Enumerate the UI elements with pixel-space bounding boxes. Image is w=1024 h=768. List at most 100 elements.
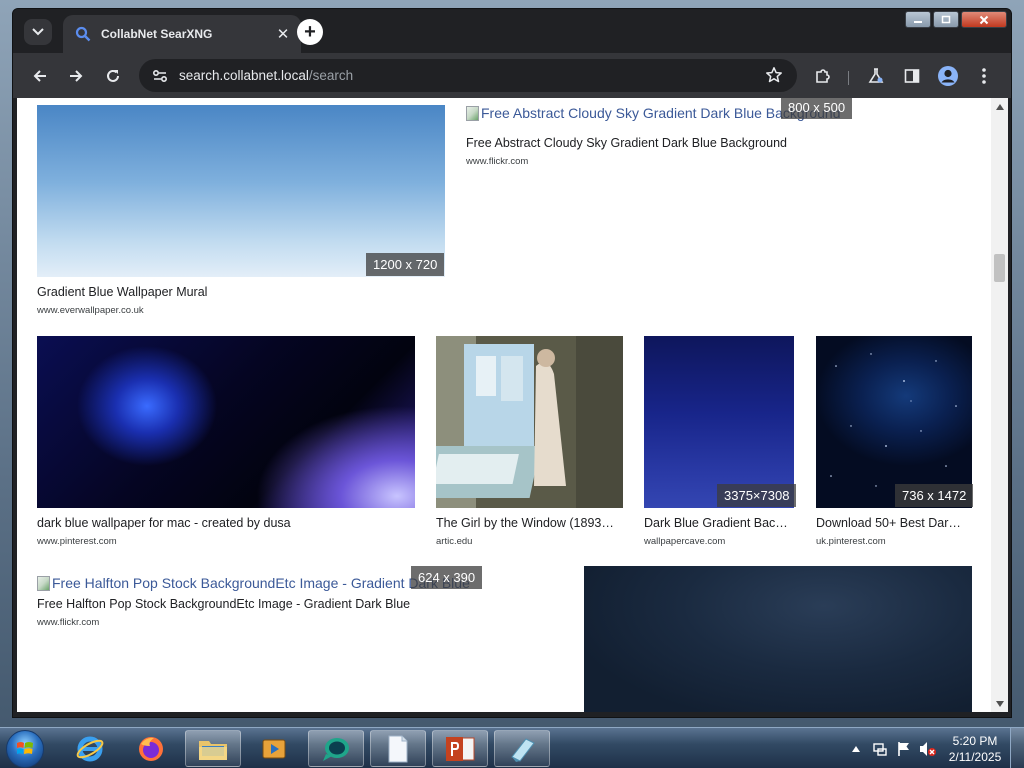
- bookmark-button[interactable]: [763, 64, 785, 86]
- taskbar-powerpoint[interactable]: [432, 730, 488, 767]
- windows-logo-icon: [17, 742, 33, 754]
- result-title[interactable]: Dark Blue Gradient Bac…: [644, 516, 794, 530]
- flask-icon: [868, 68, 884, 83]
- more-vert-icon: [982, 68, 986, 84]
- result-title[interactable]: The Girl by the Window (1893…: [436, 516, 623, 530]
- result-source: uk.pinterest.com: [816, 536, 886, 547]
- network-icon: [873, 742, 887, 756]
- close-window-button[interactable]: [961, 11, 1007, 28]
- image-dimensions-badge: 800 x 500: [781, 98, 853, 119]
- tab-title: CollabNet SearXNG: [101, 27, 213, 41]
- reload-button[interactable]: [98, 61, 128, 91]
- taskbar-notepad[interactable]: [494, 730, 550, 767]
- gradient-sky-thumbnail[interactable]: [37, 105, 445, 277]
- image-dimensions-badge: 624 x 390: [411, 566, 483, 589]
- windows-taskbar: 5:20 PM 2/11/2025: [0, 727, 1024, 768]
- result-title[interactable]: Free Abstract Cloudy Sky Gradient Dark B…: [466, 136, 787, 150]
- image-result[interactable]: 3375×7308 Dark Blue Gradient Bac… wallpa…: [644, 336, 797, 551]
- image-result[interactable]: The Girl by the Window (1893… artic.edu: [436, 336, 623, 551]
- browser-menu-button[interactable]: [971, 63, 997, 89]
- starfield-thumbnail[interactable]: [816, 336, 972, 508]
- speaker-muted-icon: [920, 741, 936, 756]
- result-source: wallpapercave.com: [644, 536, 726, 547]
- tab-search-button[interactable]: [24, 19, 52, 45]
- new-tab-button[interactable]: +: [297, 19, 323, 45]
- result-title[interactable]: dark blue wallpaper for mac - created by…: [37, 516, 415, 530]
- taskbar-file-explorer[interactable]: [185, 730, 241, 767]
- result-title[interactable]: Gradient Blue Wallpaper Mural: [37, 285, 445, 299]
- url-path: /search: [308, 68, 354, 83]
- taskbar-internet-explorer[interactable]: [62, 730, 118, 767]
- avatar-icon: [938, 66, 958, 86]
- notepad-icon: [511, 737, 535, 762]
- minimize-icon: [914, 20, 922, 23]
- taskbar-chat-app[interactable]: [308, 730, 364, 767]
- minimize-button[interactable]: [905, 11, 931, 28]
- scroll-up-button[interactable]: [991, 98, 1008, 115]
- show-hidden-icons-button[interactable]: [847, 740, 865, 758]
- forward-button[interactable]: [61, 61, 91, 91]
- taskbar-firefox[interactable]: [123, 730, 179, 767]
- search-results-page: 1200 x 720 Gradient Blue Wallpaper Mural…: [17, 98, 991, 712]
- maximize-button[interactable]: [933, 11, 959, 28]
- restore-icon: [941, 15, 951, 24]
- image-result[interactable]: [584, 566, 972, 712]
- site-info-button[interactable]: [145, 63, 175, 89]
- tab-bar: CollabNet SearXNG ✕ +: [13, 9, 1011, 53]
- start-button[interactable]: [6, 730, 44, 768]
- arrow-right-icon: [70, 70, 83, 82]
- broken-image-icon: [466, 105, 479, 121]
- volume-tray-icon[interactable]: [919, 740, 937, 758]
- address-bar[interactable]: search.collabnet.local/search: [139, 59, 797, 92]
- internet-explorer-icon: [76, 736, 104, 761]
- painting-thumbnail[interactable]: [436, 336, 623, 508]
- result-source: www.pinterest.com: [37, 536, 117, 547]
- image-result[interactable]: dark blue wallpaper for mac - created by…: [37, 336, 415, 551]
- chat-bubble-icon: [323, 737, 349, 761]
- navy-gradient-thumbnail[interactable]: [644, 336, 794, 508]
- system-clock[interactable]: 5:20 PM 2/11/2025: [940, 733, 1010, 765]
- broken-image-icon: [37, 575, 50, 591]
- image-result[interactable]: Free Halfton Pop Stock BackgroundEtc Ima…: [37, 566, 557, 628]
- result-title[interactable]: Download 50+ Best Dar…: [816, 516, 972, 530]
- result-source: www.flickr.com: [37, 617, 100, 628]
- taskbar-media-player[interactable]: [246, 730, 302, 767]
- url-text: search.collabnet.local/search: [179, 68, 353, 83]
- tune-icon: [152, 69, 168, 82]
- dark-blue-glow-thumbnail[interactable]: [37, 336, 415, 508]
- document-icon: [388, 735, 408, 762]
- broken-image-alt-text: Free Halfton Pop Stock BackgroundEtc Ima…: [52, 575, 470, 591]
- action-center-tray-icon[interactable]: [895, 740, 913, 758]
- browser-window: CollabNet SearXNG ✕ + search.collabnet.l…: [12, 8, 1012, 718]
- back-button[interactable]: [25, 61, 55, 91]
- media-player-icon: [262, 739, 286, 758]
- extensions-button[interactable]: [810, 63, 836, 89]
- profile-button[interactable]: [935, 63, 961, 89]
- page-scrollbar[interactable]: [991, 98, 1008, 712]
- image-dimensions-badge: 736 x 1472: [895, 484, 974, 507]
- chevron-down-icon: [32, 28, 44, 36]
- image-dimensions-badge: 3375×7308: [717, 484, 797, 507]
- taskbar-document[interactable]: [370, 730, 426, 767]
- broken-image-link[interactable]: Free Halfton Pop Stock BackgroundEtc Ima…: [37, 575, 470, 591]
- labs-button[interactable]: [863, 63, 889, 89]
- tab-close-icon[interactable]: ✕: [271, 22, 295, 46]
- toolbar-divider: [848, 71, 849, 85]
- result-title[interactable]: Free Halfton Pop Stock BackgroundEtc Ima…: [37, 597, 410, 611]
- url-host: search.collabnet.local: [179, 68, 309, 83]
- dark-slate-thumbnail[interactable]: [584, 566, 972, 712]
- scrollbar-thumb[interactable]: [994, 254, 1005, 282]
- image-result[interactable]: 1200 x 720 Gradient Blue Wallpaper Mural…: [37, 105, 445, 320]
- image-result[interactable]: 736 x 1472 Download 50+ Best Dar… uk.pin…: [816, 336, 974, 551]
- show-desktop-button[interactable]: [1010, 728, 1024, 768]
- window-controls: [905, 11, 1007, 28]
- network-tray-icon[interactable]: [871, 740, 889, 758]
- image-result[interactable]: Free Abstract Cloudy Sky Gradient Dark B…: [466, 98, 886, 167]
- scroll-down-button[interactable]: [991, 695, 1008, 712]
- side-panel-button[interactable]: [899, 63, 925, 89]
- side-panel-icon: [904, 69, 920, 83]
- tab-collabnet-searxng[interactable]: CollabNet SearXNG ✕: [63, 15, 301, 53]
- puzzle-icon: [816, 69, 830, 83]
- triangle-down-icon: [995, 700, 1004, 707]
- browser-toolbar: search.collabnet.local/search: [13, 53, 1011, 98]
